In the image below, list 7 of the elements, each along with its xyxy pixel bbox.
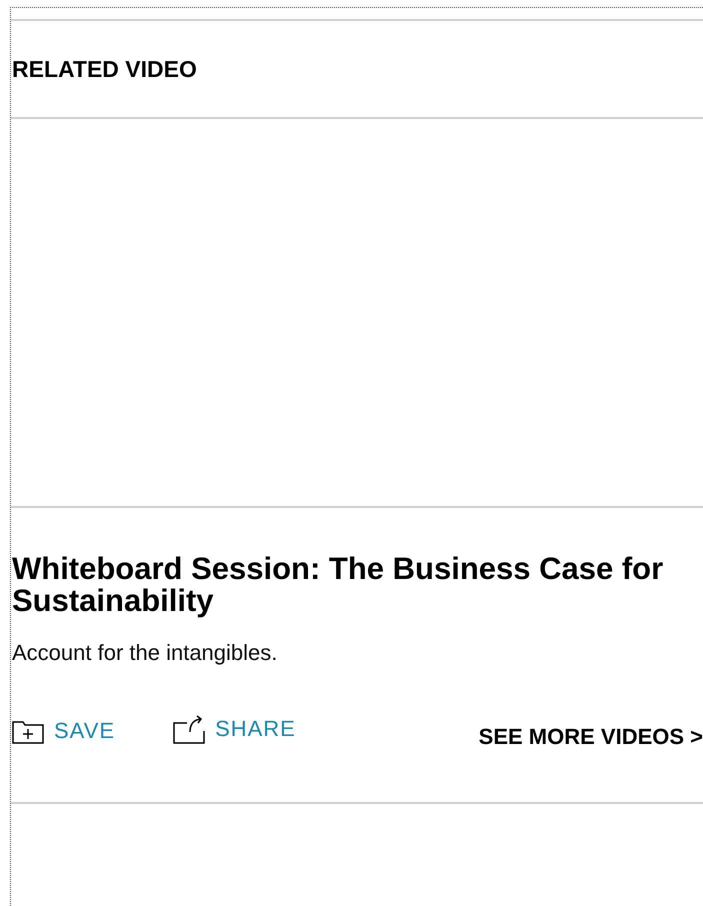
video-description: Account for the intangibles. xyxy=(12,640,278,666)
share-button[interactable]: SHARE xyxy=(173,714,296,744)
section-heading: RELATED VIDEO xyxy=(11,55,198,84)
share-icon xyxy=(173,714,206,744)
save-button[interactable]: SAVE xyxy=(12,718,116,744)
see-more-link[interactable]: SEE MORE VIDEOS > xyxy=(478,724,703,750)
video-title: Whiteboard Session: The Business Case for Sustainability xyxy=(12,553,664,617)
